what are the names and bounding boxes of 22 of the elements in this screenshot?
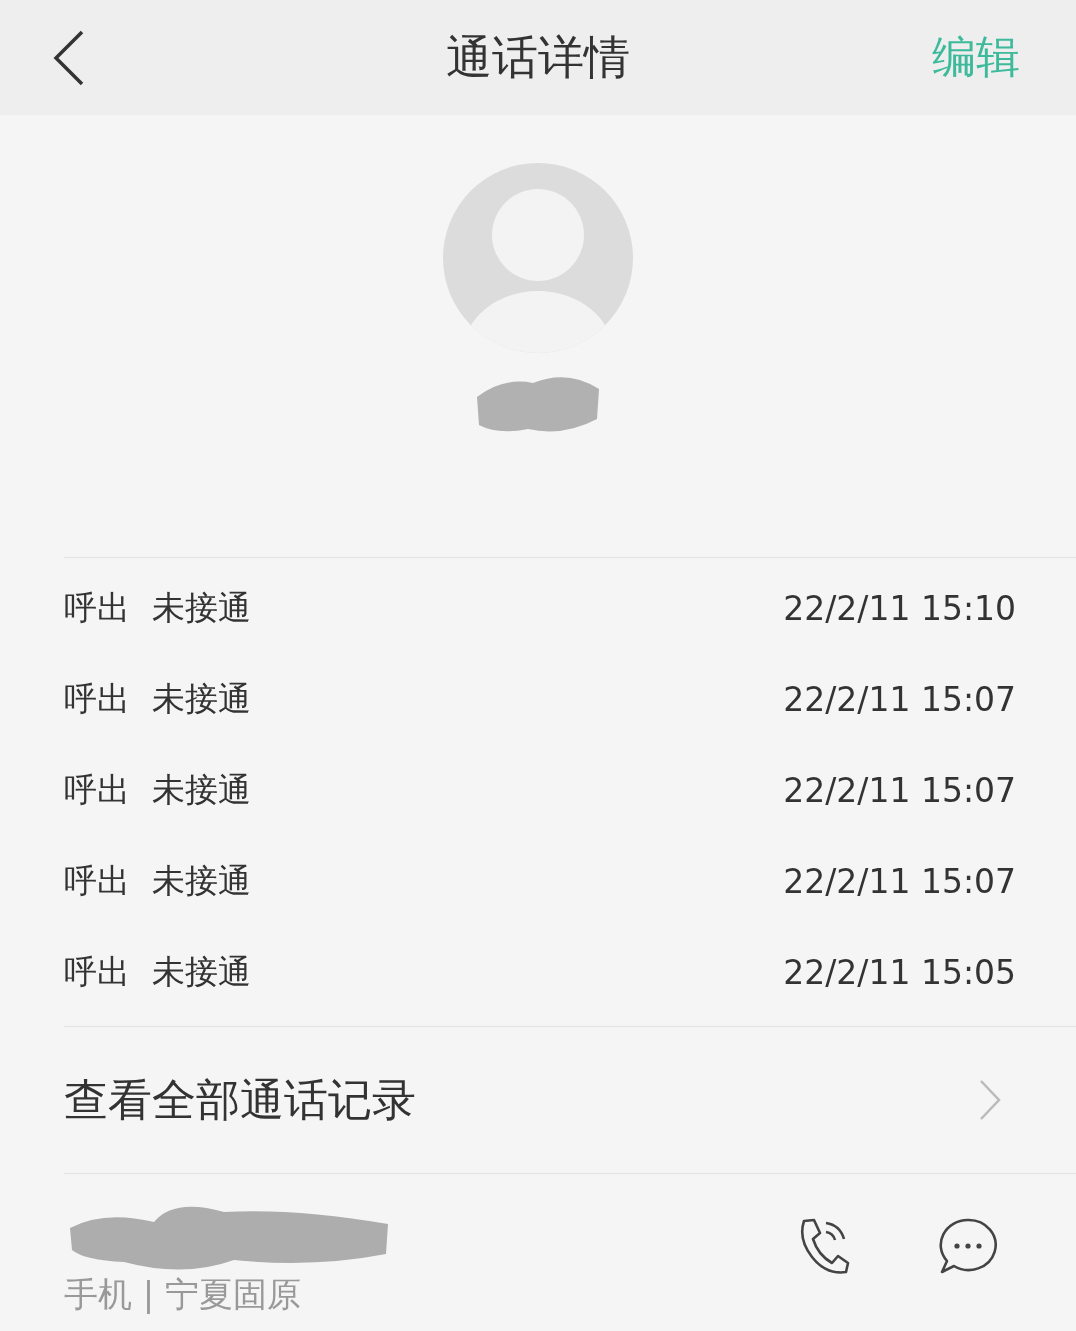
call-status: 未接通 [152,678,251,720]
all-calls-row[interactable]: 查看全部通话记录 [64,1027,1076,1174]
call-time: 22/2/11 15:07 [783,771,1016,810]
call-status: 未接通 [152,769,251,811]
call-time: 22/2/11 15:07 [783,680,1016,719]
call-time: 22/2/11 15:05 [783,953,1016,992]
call-type: 呼出 [64,678,130,720]
chevron-icon [978,1079,1002,1121]
call-type: 呼出 [64,951,130,993]
call-type: 呼出 [64,587,130,629]
call-type: 呼出 [64,769,130,811]
message-icon[interactable] [938,1217,998,1275]
call-type: 呼出 [64,860,130,902]
call-time: 22/2/11 15:10 [783,589,1016,628]
call-status: 未接通 [152,587,251,629]
back-icon[interactable] [52,29,86,86]
page-title: 通话详情 [446,28,630,86]
call-status: 未接通 [152,860,251,902]
call-time: 22/2/11 15:07 [783,862,1016,901]
call-status: 未接通 [152,951,251,993]
number-label: 手机 | 宁夏固原 [64,1273,303,1316]
all-calls-label: 查看全部通话记录 [64,1072,416,1127]
